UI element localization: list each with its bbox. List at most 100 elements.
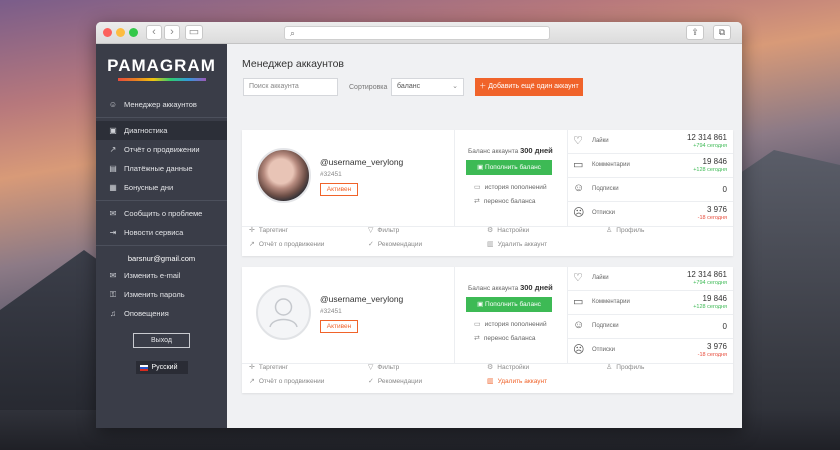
- mail-icon: ✉: [109, 271, 117, 280]
- report-link[interactable]: ↗ Отчёт о продвижении: [249, 377, 325, 386]
- stat-label: Лайки: [592, 138, 609, 144]
- sidebar-item-label: Сообщить о проблеме: [124, 209, 203, 218]
- topup-button[interactable]: ▣ Пополнить баланс: [466, 160, 552, 175]
- settings-link[interactable]: ⚙ Настройки: [487, 226, 530, 235]
- search-input[interactable]: Поиск аккаунта: [243, 78, 338, 96]
- recommendations-link[interactable]: ✓ Рекомендации: [368, 377, 423, 386]
- user-icon: ♙: [606, 364, 613, 371]
- sidebar-item-change-email[interactable]: ✉ Изменить e-mail: [96, 266, 227, 285]
- maximize-window-button[interactable]: [129, 28, 138, 37]
- profile-label: Профиль: [616, 363, 645, 371]
- filter-link[interactable]: ▽ Фильтр: [368, 226, 399, 235]
- delete-account-link[interactable]: ▥ Удалить аккаунт: [487, 240, 548, 249]
- account-username[interactable]: @username_verylong: [320, 294, 403, 304]
- back-icon[interactable]: ‹: [146, 25, 162, 40]
- topup-button[interactable]: ▣ Пополнить баланс: [466, 297, 552, 312]
- sidebar-item-notifications[interactable]: ♫ Оповещения: [96, 304, 227, 323]
- chart-icon: ↗: [249, 241, 255, 248]
- tabs-icon[interactable]: ⧉: [713, 25, 731, 40]
- sidebar-item-change-password[interactable]: ⚿ Изменить пароль: [96, 285, 227, 304]
- report-link[interactable]: ↗ Отчёт о продвижении: [249, 240, 324, 249]
- recommendations-link[interactable]: ✓ Рекомендации: [368, 240, 422, 249]
- account-card: @username_verylong #32451 Активен Баланс…: [242, 130, 733, 256]
- account-id: #32451: [320, 171, 342, 178]
- history-icon: ▭: [474, 184, 481, 191]
- settings-label: Настройки: [497, 226, 530, 234]
- filter-link[interactable]: ▽ Фильтр: [368, 363, 400, 372]
- delete-label: Удалить аккаунт: [497, 240, 548, 248]
- stat-value: 12 314 861: [686, 270, 727, 279]
- balance-value: 300 дней: [520, 146, 553, 155]
- address-bar[interactable]: ⌕: [284, 26, 550, 40]
- stat-delta: +794 сегодня: [693, 143, 727, 149]
- filter-icon: ▽: [368, 227, 374, 234]
- report-label: Отчёт о продвижении: [258, 377, 325, 385]
- history-label: история пополнений: [484, 183, 547, 191]
- sidebar-item-label: Изменить e-mail: [124, 271, 181, 280]
- transfer-link[interactable]: ⇄ перенос баланса: [474, 197, 536, 206]
- add-account-button[interactable]: ＋ Добавить ещё один аккаунт: [475, 78, 583, 96]
- sidebar-item-account-manager[interactable]: ☺ Менеджер аккаунтов: [96, 95, 227, 114]
- recommendations-label: Рекомендации: [377, 377, 423, 385]
- app-logo[interactable]: PAMAGRAM: [96, 56, 227, 76]
- sidebar-item-diagnostics[interactable]: ▣ Диагностика: [96, 121, 227, 140]
- stat-value: 19 846: [702, 294, 727, 303]
- stat-label: Подписки: [592, 323, 619, 329]
- heart-icon: ♡: [573, 135, 583, 147]
- stat-value: 19 846: [702, 157, 727, 166]
- profile-link[interactable]: ♙ Профиль: [606, 363, 645, 372]
- sort-select[interactable]: баланс ⌄: [391, 78, 464, 96]
- sidebar-item-payment-data[interactable]: ▤ Платёжные данные: [96, 159, 227, 178]
- settings-link[interactable]: ⚙ Настройки: [487, 363, 529, 372]
- share-icon[interactable]: ⇪: [686, 25, 704, 40]
- delete-account-link[interactable]: ▥ Удалить аккаунт: [487, 377, 547, 386]
- background-mountain: [730, 150, 840, 450]
- transfer-link[interactable]: ⇄ перенос баланса: [474, 334, 536, 343]
- sidebar: PAMAGRAM ☺ Менеджер аккаунтов ▣ Диагност…: [96, 44, 227, 428]
- trash-icon: ▥: [487, 241, 494, 248]
- filter-icon: ▽: [368, 364, 374, 371]
- sidebar-item-report-problem[interactable]: ✉ Сообщить о проблеме: [96, 204, 227, 223]
- targeting-link[interactable]: ✛ Таргетинг: [249, 363, 288, 372]
- account-username[interactable]: @username_verylong: [320, 157, 403, 167]
- sidebar-item-promotion-report[interactable]: ↗ Отчёт о продвижении: [96, 140, 227, 159]
- history-link[interactable]: ▭ история пополнений: [474, 183, 547, 192]
- close-window-button[interactable]: [103, 28, 112, 37]
- chart-icon: ↗: [109, 145, 117, 154]
- stat-delta: -18 сегодня: [697, 215, 727, 221]
- history-icon: ▭: [474, 321, 481, 328]
- history-link[interactable]: ▭ история пополнений: [474, 320, 547, 329]
- diagnostics-icon: ▣: [109, 126, 117, 135]
- check-icon: ✓: [368, 241, 374, 248]
- divider: [96, 200, 227, 201]
- search-icon: ⌕: [290, 28, 296, 38]
- sidebar-item-bonus-days[interactable]: ▦ Бонусные дни: [96, 178, 227, 197]
- stat-label: Лайки: [592, 275, 609, 281]
- status-badge: Активен: [320, 320, 358, 333]
- stat-label: Комментарии: [592, 162, 630, 168]
- unsubscribe-icon: ☹: [573, 207, 585, 219]
- stats-panel: ♡ Лайки 12 314 861 +794 сегодня ▭ Коммен…: [567, 130, 733, 226]
- stat-unsubscriptions: ☹ Отписки 3 976 -18 сегодня: [567, 202, 733, 226]
- targeting-label: Таргетинг: [258, 226, 288, 234]
- sidebar-item-service-news[interactable]: ⇥ Новости сервиса: [96, 223, 227, 242]
- targeting-label: Таргетинг: [258, 363, 288, 371]
- comment-icon: ▭: [573, 296, 584, 308]
- subscribe-icon: ☺: [573, 319, 585, 331]
- transfer-icon: ⇄: [474, 198, 480, 205]
- sidebar-toggle-icon[interactable]: ▭: [185, 25, 203, 40]
- filter-label: Фильтр: [377, 363, 400, 371]
- profile-link[interactable]: ♙ Профиль: [606, 226, 644, 235]
- stat-value: 3 976: [706, 205, 727, 214]
- minimize-window-button[interactable]: [116, 28, 125, 37]
- check-icon: ✓: [368, 378, 374, 385]
- balance-info: Баланс аккаунта 300 дней: [468, 283, 553, 292]
- page-title: Менеджер аккаунтов: [242, 58, 344, 70]
- logo-rainbow-bar: [117, 78, 206, 81]
- forward-icon[interactable]: ›: [164, 25, 180, 40]
- language-selector[interactable]: Русский: [135, 361, 188, 374]
- wallet-icon: ▣: [477, 164, 486, 171]
- logout-button[interactable]: Выход: [133, 333, 190, 348]
- targeting-link[interactable]: ✛ Таргетинг: [249, 226, 288, 235]
- stat-subscriptions: ☺ Подписки 0: [567, 178, 733, 202]
